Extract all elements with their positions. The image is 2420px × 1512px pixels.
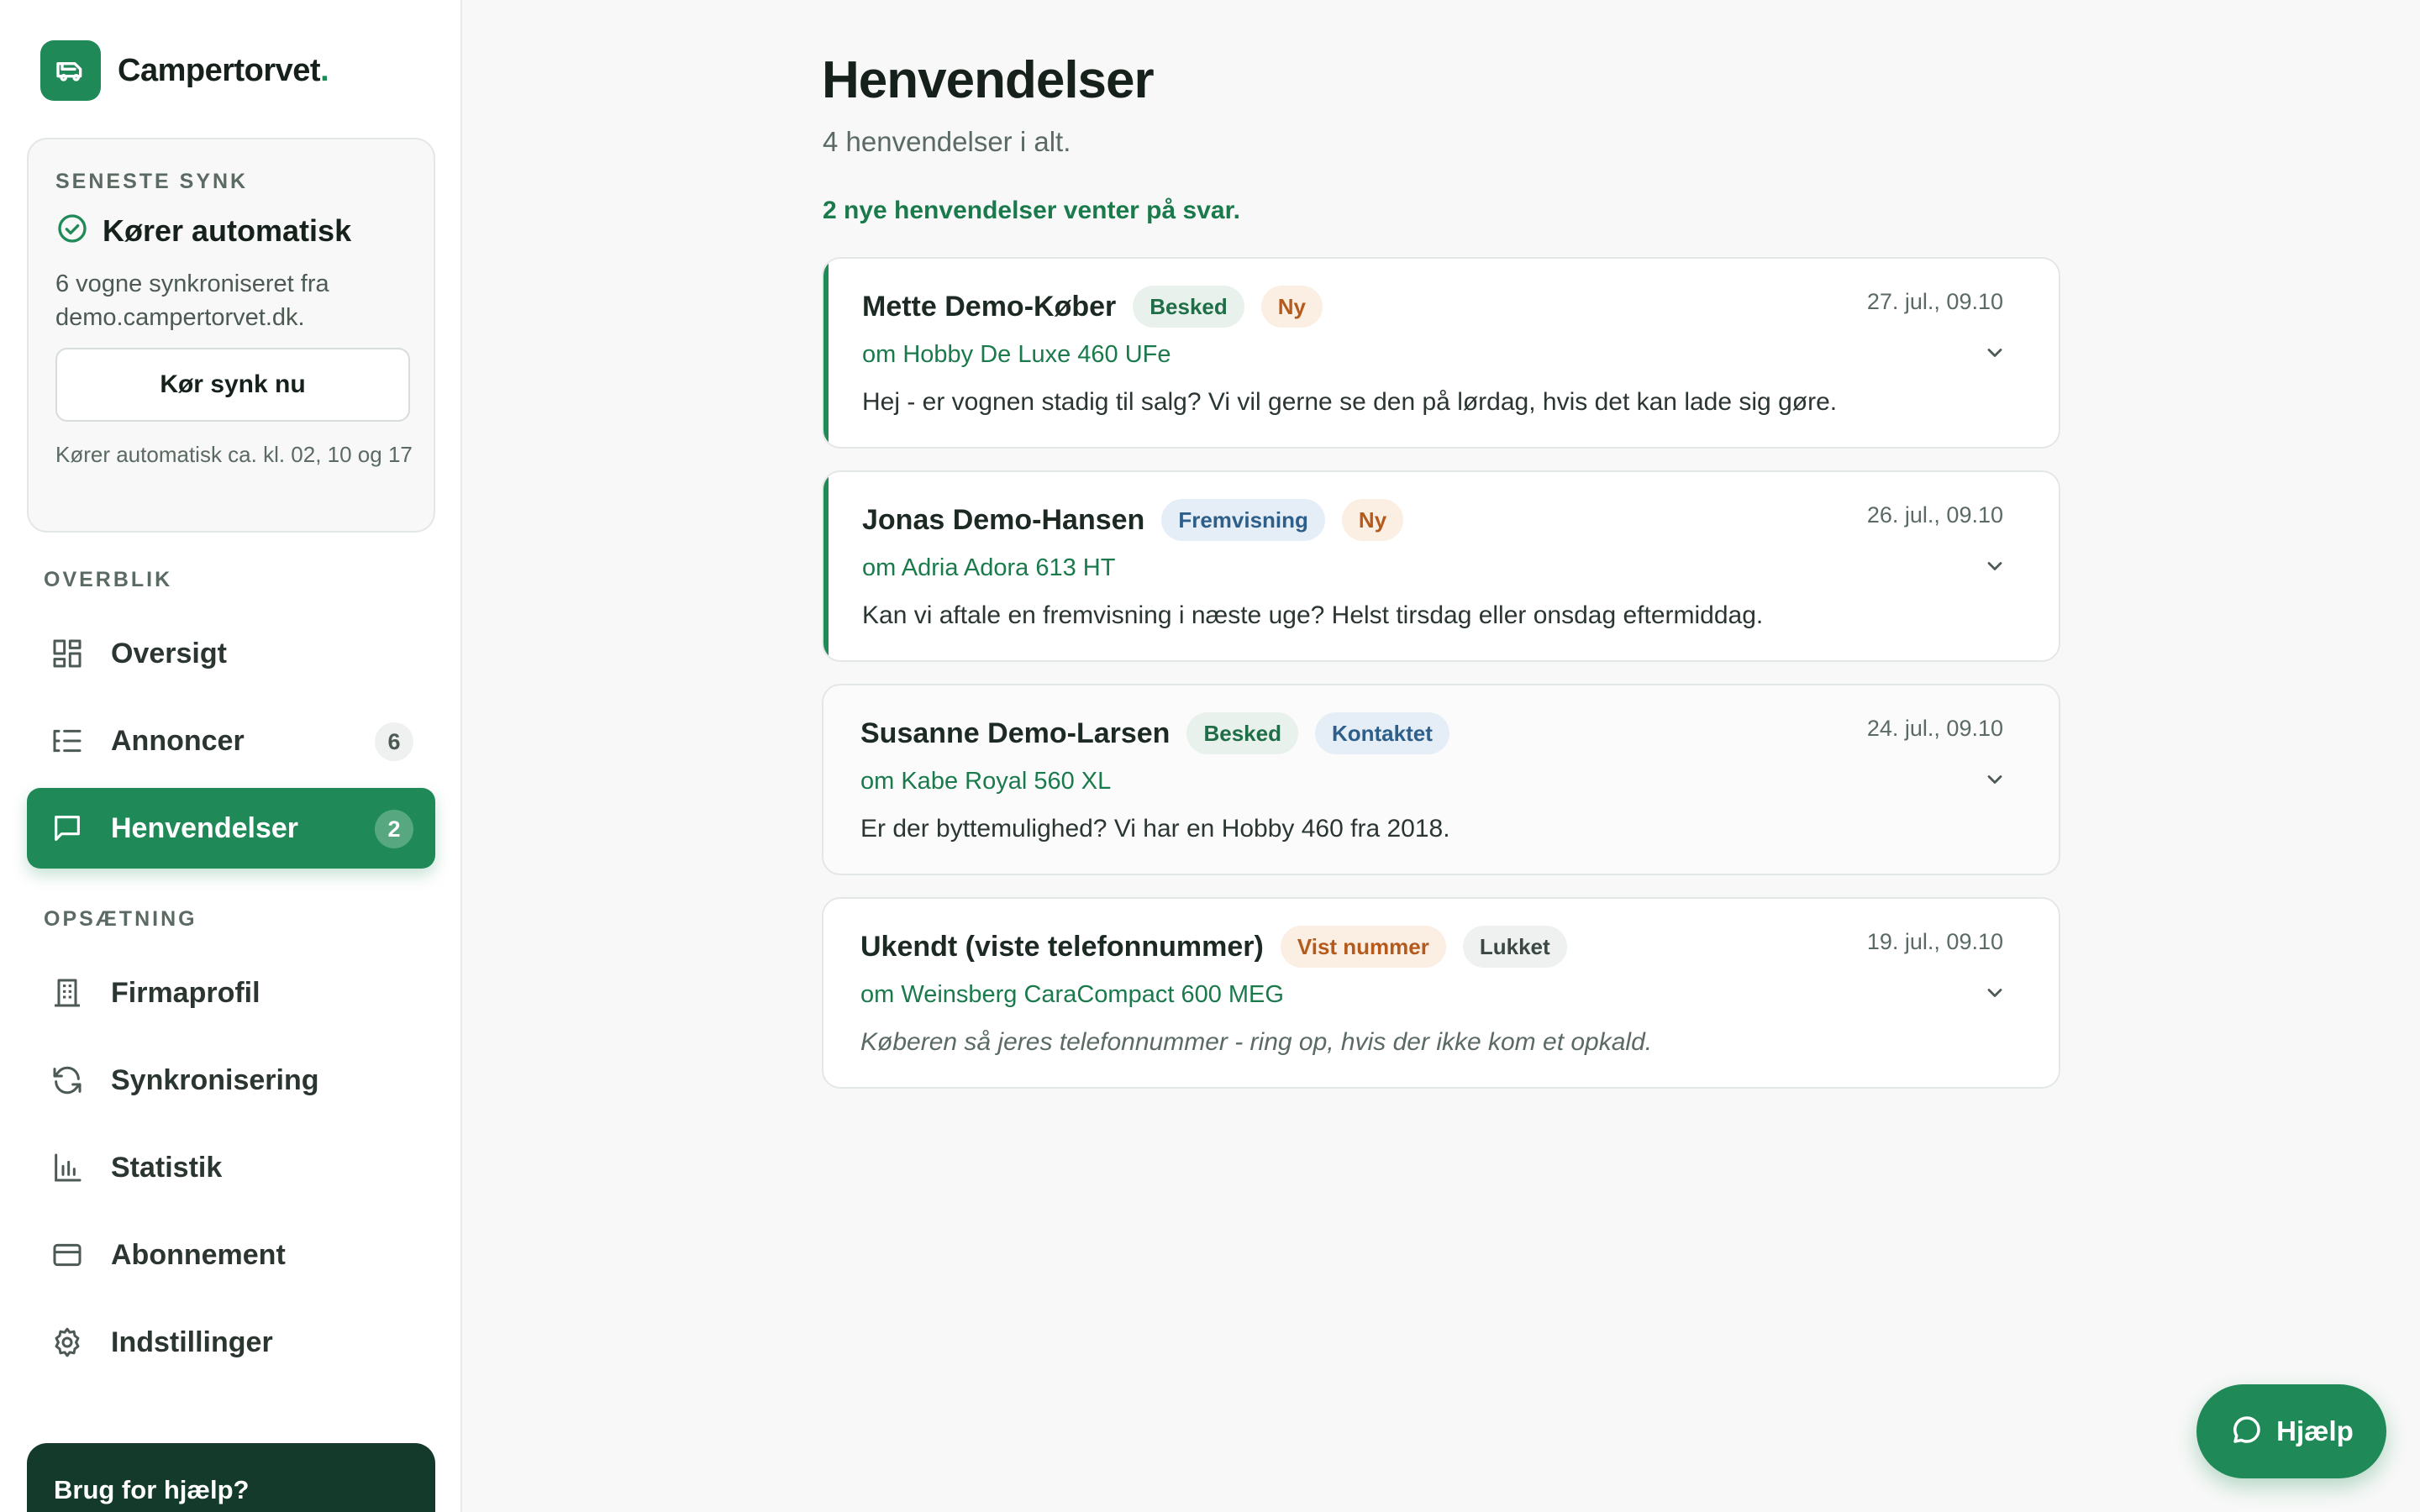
camper-icon	[40, 40, 101, 101]
inquiry-date: 27. jul., 09.10	[1866, 289, 2003, 314]
sidebar-item-label: Synkronisering	[111, 1063, 319, 1096]
dashboard-icon	[49, 635, 86, 672]
nav-section-overview: OVERBLIK	[44, 568, 173, 591]
credit-card-icon	[49, 1236, 86, 1273]
inquiry-status-tag: Kontaktet	[1314, 712, 1449, 754]
inquiry-date: 19. jul., 09.10	[1866, 929, 2003, 954]
inquiry-message: Kan vi aftale en fremvisning i næste uge…	[862, 601, 1764, 629]
inquiry-card[interactable]: Ukendt (viste telefonnummer) Vist nummer…	[822, 897, 2060, 1089]
help-button[interactable]: Hjælp	[2196, 1384, 2386, 1478]
inquiry-card[interactable]: Mette Demo-Køber Besked Ny om Hobby De L…	[822, 257, 2060, 449]
help-button-label: Hjælp	[2276, 1415, 2354, 1446]
sidebar-item-label: Indstillinger	[111, 1326, 273, 1358]
help-card-title: Brug for hjælp?	[54, 1475, 250, 1504]
inquiry-type-tag: Fremvisning	[1161, 499, 1325, 541]
inquiry-vehicle-link[interactable]: om Adria Adora 613 HT	[862, 554, 1115, 582]
sidebar-item-label: Abonnement	[111, 1238, 286, 1271]
inquiry-status-tag: Lukket	[1462, 926, 1567, 968]
sync-description: 6 vogne synkroniseret fra demo.campertor…	[55, 270, 329, 331]
sidebar-item-abonnement[interactable]: Abonnement	[27, 1215, 435, 1295]
inquiry-header: Susanne Demo-Larsen Besked Kontaktet	[860, 712, 1449, 754]
inquiry-header: Ukendt (viste telefonnummer) Vist nummer…	[860, 926, 1567, 968]
chat-bubble-icon	[2229, 1412, 2265, 1452]
help-card[interactable]: Brug for hjælp?	[27, 1443, 435, 1512]
inquiry-sender-name: Ukendt (viste telefonnummer)	[860, 930, 1264, 963]
inquiry-status-tag: Ny	[1341, 499, 1404, 541]
inquiry-sender-name: Mette Demo-Køber	[862, 290, 1117, 323]
inquiry-message: Køberen så jeres telefonnummer - ring op…	[860, 1028, 1653, 1056]
inquiry-vehicle-link[interactable]: om Hobby De Luxe 460 UFe	[862, 341, 1171, 369]
check-circle-icon	[55, 212, 89, 249]
sync-status-text: Kører automatisk	[103, 213, 352, 248]
message-icon	[49, 810, 86, 847]
gear-icon	[49, 1324, 86, 1361]
sync-status: Kører automatisk	[55, 212, 351, 249]
brand-name: Campertorvet.	[118, 52, 329, 88]
sync-icon	[49, 1062, 86, 1099]
chevron-down-icon[interactable]	[1980, 764, 2010, 795]
chevron-down-icon[interactable]	[1980, 551, 2010, 581]
sync-schedule-note: Kører automatisk ca. kl. 02, 10 og 17	[55, 442, 413, 467]
sidebar-item-synkronisering[interactable]: Synkronisering	[27, 1040, 435, 1121]
inquiry-header: Mette Demo-Køber Besked Ny	[862, 286, 1323, 328]
inquiry-header: Jonas Demo-Hansen Fremvisning Ny	[862, 499, 1404, 541]
brand[interactable]: Campertorvet.	[40, 40, 329, 101]
inquiry-message: Hej - er vognen stadig til salg? Vi vil …	[862, 388, 1838, 416]
page-title: Henvendelser	[822, 51, 1155, 109]
chevron-down-icon[interactable]	[1980, 978, 2010, 1008]
sync-eyebrow: SENESTE SYNK	[55, 170, 249, 193]
page-subtitle: 4 henvendelser i alt.	[823, 126, 1071, 157]
sync-now-button[interactable]: Kør synk nu	[55, 348, 410, 422]
nav-section-setup: OPSÆTNING	[44, 907, 197, 931]
sidebar-item-label: Annoncer	[111, 724, 245, 757]
count-badge: 2	[375, 810, 413, 848]
inquiry-vehicle-link[interactable]: om Weinsberg CaraCompact 600 MEG	[860, 981, 1284, 1009]
sidebar-item-label: Statistik	[111, 1151, 223, 1184]
inquiry-date: 24. jul., 09.10	[1866, 716, 2003, 741]
inquiry-type-tag: Vist nummer	[1280, 926, 1446, 968]
chevron-down-icon[interactable]	[1980, 338, 2010, 368]
sidebar-item-annoncer[interactable]: Annoncer 6	[27, 701, 435, 781]
bar-chart-icon	[49, 1149, 86, 1186]
inquiry-sender-name: Susanne Demo-Larsen	[860, 717, 1171, 749]
inquiry-vehicle-link[interactable]: om Kabe Royal 560 XL	[860, 768, 1111, 795]
building-icon	[49, 974, 86, 1011]
list-icon	[49, 722, 86, 759]
sync-card: SENESTE SYNK Kører automatisk 6 vogne sy…	[27, 138, 435, 533]
inquiry-sender-name: Jonas Demo-Hansen	[862, 503, 1145, 536]
inquiry-date: 26. jul., 09.10	[1866, 502, 2003, 528]
inquiry-status-tag: Ny	[1260, 286, 1323, 328]
count-badge: 6	[375, 722, 413, 761]
sidebar-item-label: Firmaprofil	[111, 976, 260, 1009]
sidebar-item-label: Henvendelser	[111, 811, 298, 844]
sidebar-item-henvendelser[interactable]: Henvendelser 2	[27, 788, 435, 869]
inquiry-type-tag: Besked	[1186, 712, 1298, 754]
sidebar-item-statistik[interactable]: Statistik	[27, 1127, 435, 1208]
sidebar: Campertorvet. SENESTE SYNK Kører automat…	[0, 0, 462, 1512]
sidebar-item-firmaprofil[interactable]: Firmaprofil	[27, 953, 435, 1033]
inquiry-card[interactable]: Jonas Demo-Hansen Fremvisning Ny om Adri…	[822, 470, 2060, 662]
new-inquiries-notice: 2 nye henvendelser venter på svar.	[823, 197, 1240, 224]
sidebar-item-label: Oversigt	[111, 637, 227, 669]
inquiry-message: Er der byttemulighed? Vi har en Hobby 46…	[860, 815, 1450, 843]
inquiry-card[interactable]: Susanne Demo-Larsen Besked Kontaktet om …	[822, 684, 2060, 875]
sidebar-item-indstillinger[interactable]: Indstillinger	[27, 1302, 435, 1383]
sidebar-item-oversigt[interactable]: Oversigt	[27, 613, 435, 694]
inquiry-type-tag: Besked	[1133, 286, 1244, 328]
